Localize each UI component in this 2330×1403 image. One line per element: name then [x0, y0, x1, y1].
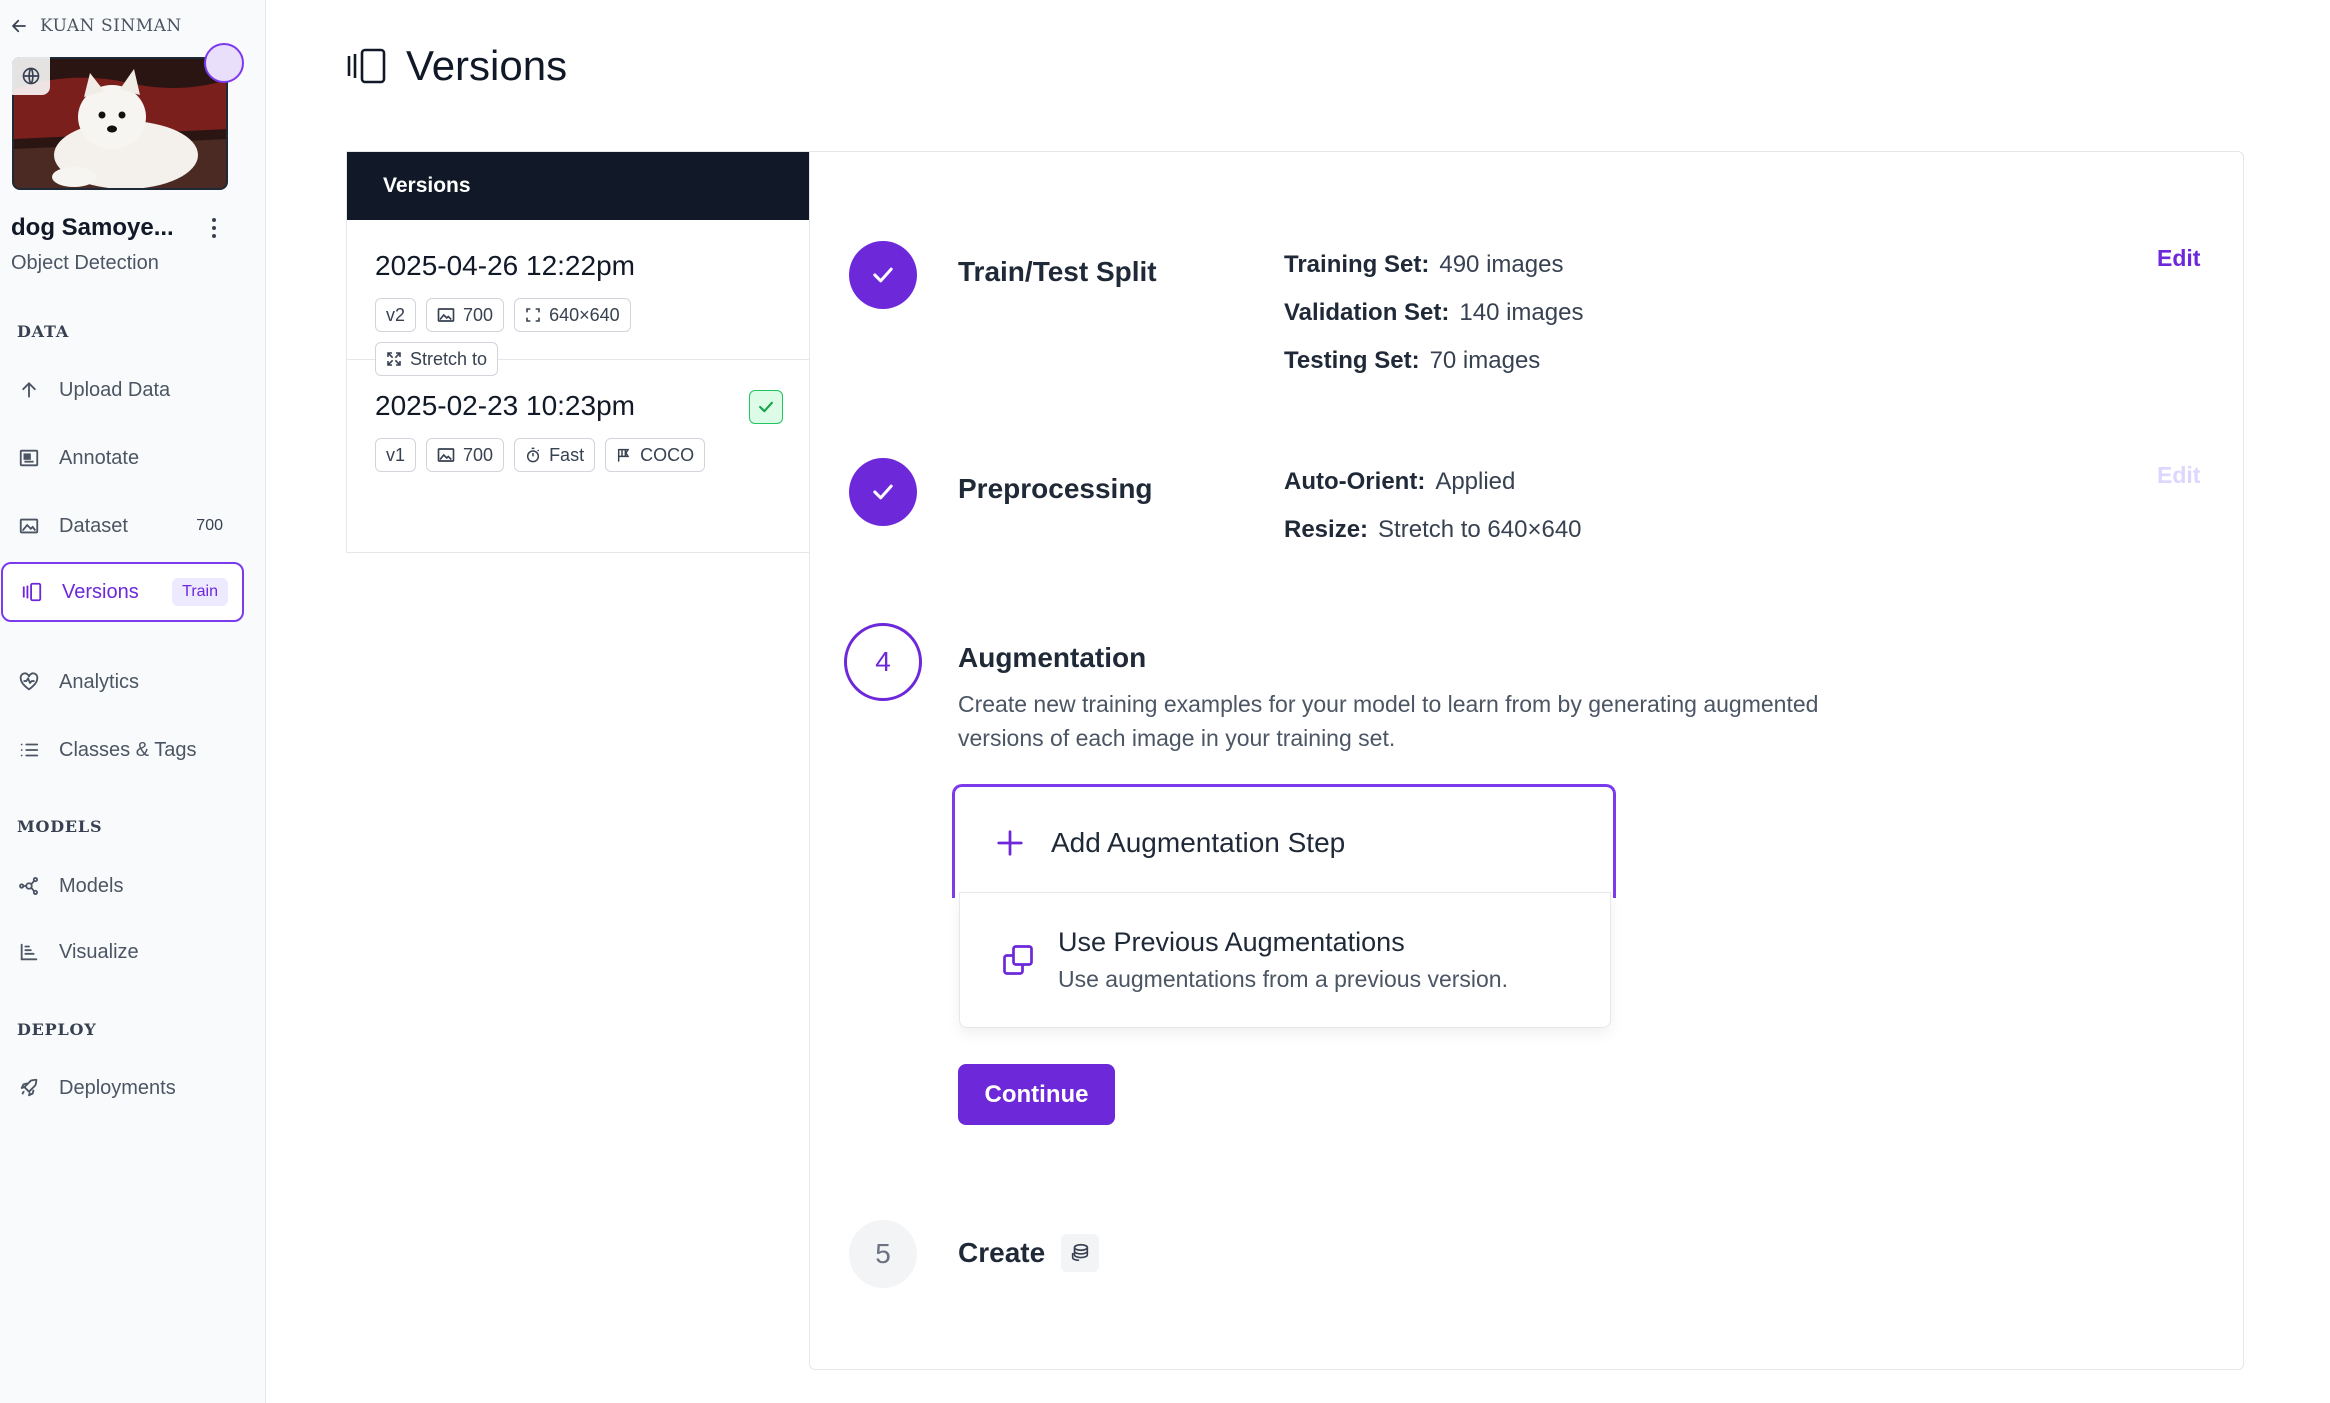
- step-title-preprocessing: Preprocessing: [958, 473, 1153, 504]
- sidebar-item-label: Versions: [62, 580, 139, 603]
- list-icon: [17, 738, 41, 762]
- training-set: Training Set: 490 images: [1284, 251, 1564, 278]
- version-chip: v1: [375, 438, 417, 472]
- continue-button[interactable]: Continue: [958, 1064, 1115, 1125]
- sidebar-item-label: Upload Data: [59, 378, 171, 401]
- heart-pulse-icon: [17, 670, 41, 694]
- image-icon: [17, 514, 41, 538]
- versions-icon: [20, 580, 44, 604]
- sidebar-item-label: Deployments: [59, 1076, 176, 1099]
- version-chip: v2: [375, 298, 417, 332]
- version-date: 2025-04-26 12:22pm: [375, 250, 635, 281]
- sidebar-item-classes-tags[interactable]: Classes & Tags: [0, 720, 245, 780]
- add-augmentation-step-button[interactable]: Add Augmentation Step: [952, 784, 1616, 898]
- speed-chip: Fast: [514, 438, 596, 472]
- validation-set: Validation Set: 140 images: [1284, 299, 1584, 326]
- format-chip: COCO: [605, 438, 706, 472]
- sidebar-item-upload-data[interactable]: Upload Data: [0, 360, 245, 420]
- sidebar-item-models[interactable]: Models: [0, 856, 245, 916]
- sidebar-item-annotate[interactable]: Annotate: [0, 428, 245, 488]
- dataset-count: 700: [196, 517, 223, 534]
- step-number-pending: 5: [849, 1220, 917, 1288]
- page-title: Versions: [406, 42, 568, 89]
- add-augmentation-label: Add Augmentation Step: [1051, 826, 1346, 858]
- sidebar-item-label: Analytics: [59, 670, 140, 693]
- sidebar-item-label: Visualize: [59, 940, 139, 963]
- network-icon: [17, 874, 41, 898]
- step-complete-check-icon: [849, 458, 917, 526]
- version-item[interactable]: 2025-02-23 10:23pm v1 700 Fast COCO: [347, 360, 809, 506]
- testing-set: Testing Set: 70 images: [1284, 347, 1541, 374]
- sidebar-item-label: Dataset: [59, 514, 128, 537]
- sidebar-item-label: Classes & Tags: [59, 738, 197, 761]
- sidebar-item-label: Models: [59, 874, 124, 897]
- section-data: DATA: [17, 322, 70, 341]
- step-title-create: Create: [958, 1237, 1046, 1268]
- sidebar: KUAN SINMAN dog Samoye... Object Detecti…: [0, 0, 266, 1403]
- size-chip: 640×640: [514, 298, 631, 332]
- check-icon: [749, 390, 783, 424]
- sidebar-item-versions[interactable]: Versions Train: [1, 562, 244, 622]
- versions-icon: [346, 47, 388, 85]
- database-stack-icon: [1061, 1234, 1099, 1272]
- section-deploy: DEPLOY: [17, 1020, 97, 1039]
- step-number-current: 4: [844, 623, 922, 701]
- train-badge: Train: [172, 578, 228, 606]
- versions-list-panel: Versions 2025-04-26 12:22pm v2 700 640×6…: [346, 151, 809, 553]
- version-date: 2025-02-23 10:23pm: [375, 390, 635, 421]
- image-icon: [437, 447, 455, 463]
- section-models: MODELS: [17, 817, 103, 836]
- back-arrow-icon[interactable]: [10, 17, 28, 35]
- use-previous-description: Use augmentations from a previous versio…: [1058, 966, 1508, 992]
- use-previous-title: Use Previous Augmentations: [1058, 927, 1405, 957]
- sidebar-item-deployments[interactable]: Deployments: [0, 1058, 245, 1118]
- sidebar-item-dataset[interactable]: Dataset 700: [0, 496, 245, 556]
- upload-arrow-icon: [17, 378, 41, 402]
- project-name[interactable]: dog Samoye...: [11, 214, 174, 242]
- sidebar-item-label: Annotate: [59, 446, 140, 469]
- status-dot: [204, 43, 244, 83]
- sidebar-item-visualize[interactable]: Visualize: [0, 922, 245, 982]
- workspace-link[interactable]: KUAN SINMAN: [10, 16, 182, 36]
- public-globe-icon: [12, 57, 50, 95]
- augmentation-description: Create new training examples for your mo…: [958, 691, 1819, 751]
- chart-icon: [17, 940, 41, 964]
- rocket-icon: [17, 1076, 41, 1100]
- stopwatch-icon: [525, 447, 541, 463]
- step-title-split: Train/Test Split: [958, 256, 1157, 287]
- version-steps-panel: [809, 151, 2244, 1370]
- image-count-chip: 700: [426, 438, 505, 472]
- workspace-name[interactable]: KUAN SINMAN: [40, 16, 182, 36]
- version-item[interactable]: 2025-04-26 12:22pm v2 700 640×640 Stretc…: [347, 220, 809, 376]
- more-options-icon[interactable]: [204, 214, 224, 242]
- use-previous-augmentations-option[interactable]: Use Previous Augmentations Use augmentat…: [959, 892, 1611, 1028]
- annotate-icon: [17, 446, 41, 470]
- versions-list-header: Versions: [347, 152, 809, 220]
- page-header: Versions: [346, 42, 567, 90]
- step-title-augmentation: Augmentation: [958, 642, 1147, 673]
- step-complete-check-icon: [849, 241, 917, 309]
- expand-icon: [525, 307, 541, 323]
- plus-icon: [995, 828, 1025, 858]
- project-type: Object Detection: [11, 252, 159, 274]
- edit-split-button[interactable]: Edit: [2157, 245, 2200, 272]
- copy-icon: [1000, 942, 1036, 978]
- resize-setting: Resize: Stretch to 640×640: [1284, 516, 1582, 543]
- flag-icon: [616, 447, 632, 463]
- edit-preprocessing-button[interactable]: Edit: [2157, 462, 2200, 489]
- auto-orient: Auto-Orient: Applied: [1284, 468, 1516, 495]
- sidebar-item-analytics[interactable]: Analytics: [0, 652, 245, 712]
- image-icon: [437, 307, 455, 323]
- image-count-chip: 700: [426, 298, 505, 332]
